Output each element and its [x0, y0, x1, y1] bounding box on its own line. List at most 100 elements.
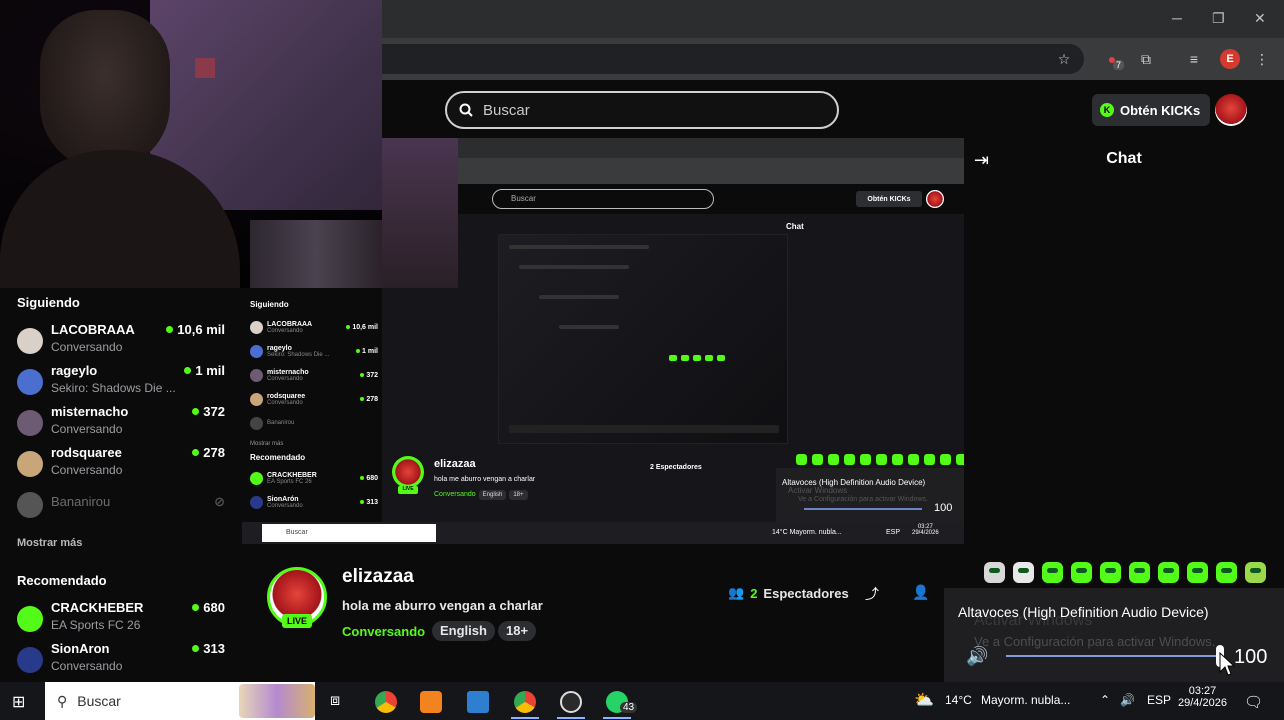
nested-taskbar-search: Buscar [262, 524, 436, 542]
emote-row [984, 562, 1266, 583]
nested-kicks-button: Obtén KICKs [856, 191, 922, 207]
speaker-icon[interactable]: 🔊 [966, 646, 988, 667]
stream-video[interactable]: Buscar Obtén KICKs Chat LIVE elizazaa ho… [382, 138, 964, 544]
profile-avatar[interactable]: E [1220, 49, 1240, 69]
nested-show-more: Mostrar más [250, 441, 284, 447]
sidebar-item-rageylo[interactable]: rageylo Sekiro: Shadows Die ... 1 mil [17, 363, 225, 403]
volume-tray-icon[interactable]: 🔊 [1120, 693, 1135, 707]
browser-menu-icon[interactable]: ⋮ [1252, 49, 1272, 69]
nested-browser-toolbar [458, 138, 964, 184]
share-icon[interactable]: ⤴ [865, 584, 879, 604]
avatar [17, 410, 43, 436]
weather-temp[interactable]: 14°C [945, 693, 972, 707]
channel-name: CRACKHEBER [51, 600, 144, 615]
nested-live-badge: LIVE [398, 486, 418, 494]
task-view-icon[interactable]: ⧈ [330, 692, 340, 710]
volume-device-name[interactable]: Altavoces (High Definition Audio Device) [958, 604, 1209, 620]
channel-name: SionAron [51, 641, 110, 656]
language-indicator[interactable]: ESP [1147, 693, 1171, 707]
media-control-icon[interactable]: ≡ [1184, 49, 1204, 69]
viewer-count: 10,6 mil [166, 322, 225, 337]
search-input[interactable]: Buscar [445, 91, 839, 129]
nested-search: Buscar [492, 189, 714, 209]
nested-volume-value: 100 [934, 502, 953, 514]
nested-streamer-name: elizazaa [434, 458, 476, 470]
restore-icon[interactable]: ❐ [1212, 10, 1225, 27]
viewer-count: 👥 2 Espectadores [728, 585, 849, 601]
sidebar-item-rodsquaree[interactable]: rodsquaree Conversando 278 [17, 445, 225, 485]
live-dot-icon [192, 449, 200, 456]
show-more-link[interactable]: Mostrar más [17, 537, 82, 549]
nested-volume-track [804, 508, 922, 510]
tag-18-plus[interactable]: 18+ [498, 621, 537, 641]
taskbar-search-placeholder: Buscar [77, 693, 121, 709]
taskbar-clock[interactable]: 03:27 29/4/2026 [1178, 685, 1227, 709]
emote-icon[interactable] [1071, 562, 1092, 583]
obs-icon[interactable] [560, 691, 582, 713]
emote-icon[interactable] [1187, 562, 1208, 583]
viewer-count-value: 278 [203, 445, 225, 460]
chrome-icon[interactable] [375, 691, 397, 713]
volume-slider[interactable] [1006, 655, 1220, 657]
chat-header: ⇥ Chat [964, 138, 1284, 186]
channel-name: rodsquaree [51, 445, 122, 460]
weather-text[interactable]: Mayorm. nubla... [981, 693, 1070, 707]
nested-webcam [382, 138, 458, 288]
chat-messages [964, 186, 1284, 562]
channel-category: Conversando [51, 463, 123, 477]
nested-deeper-capture [498, 234, 788, 444]
nested-follow-item: misternacho Conversando 372 [250, 363, 378, 387]
emote-icon[interactable] [1245, 562, 1266, 583]
nested-avatar [926, 190, 944, 208]
chrome-profile-icon[interactable] [514, 691, 536, 713]
windows-start-icon[interactable]: ⊞ [12, 692, 25, 712]
stream-category[interactable]: Conversando [342, 624, 425, 639]
emote-icon[interactable] [1042, 562, 1063, 583]
emote-icon[interactable] [1158, 562, 1179, 583]
close-icon[interactable]: ✕ [1254, 10, 1266, 27]
viewer-count: 1 mil [184, 363, 225, 378]
mouse-cursor-icon [1219, 652, 1236, 676]
extension-badge-count: 7 [1113, 60, 1125, 70]
active-app-indicator [557, 717, 585, 719]
whatsapp-badge: 43 [620, 702, 638, 713]
bookmark-star-icon[interactable]: ☆ [1054, 49, 1074, 69]
address-bar[interactable] [382, 44, 1084, 74]
sidebar-item-bananirou[interactable]: Bananirou ⊘ [17, 492, 225, 534]
emote-icon[interactable] [1129, 562, 1150, 583]
app-window-icon[interactable] [467, 691, 489, 713]
taskbar: ⊞ ⚲ Buscar ⧈ 43 ⛅ 14°C Mayorm. nubla... … [0, 682, 1284, 720]
fl-studio-icon[interactable] [420, 691, 442, 713]
streamer-name[interactable]: elizazaa [342, 566, 414, 588]
kick-header: Buscar K Obtén KICKs [382, 80, 1284, 138]
sidebar-item-sionaron[interactable]: SionAron Conversando 313 [17, 641, 225, 681]
tag-english[interactable]: English [432, 621, 495, 641]
notifications-icon[interactable]: 🗨 [1244, 693, 1263, 711]
emote-icon[interactable] [1216, 562, 1237, 583]
emote-icon[interactable] [1100, 562, 1121, 583]
nested-streamer-avatar [392, 456, 424, 488]
search-icon [459, 103, 473, 117]
weather-icon[interactable]: ⛅ [914, 690, 934, 710]
tray-overflow-icon[interactable]: ⌃ [1100, 693, 1110, 707]
chat-title: Chat [1106, 150, 1142, 167]
taskbar-search[interactable]: ⚲ Buscar [45, 682, 315, 720]
webcam-red-square [195, 58, 215, 78]
volume-value: 100 [1234, 646, 1268, 668]
get-kicks-button[interactable]: K Obtén KICKs [1092, 94, 1210, 126]
search-highlight-art [239, 684, 315, 718]
extensions-puzzle-icon[interactable]: ⧉ [1136, 49, 1156, 69]
nested-emotes [796, 454, 964, 465]
follow-user-icon[interactable]: 👤 [912, 584, 929, 601]
activate-windows-subtitle: Ve a Configuración para activar Windows. [974, 634, 1216, 649]
nested-activate-windows-sub: Ve a Configuración para activar Windows. [798, 496, 928, 503]
webcam-person-head [40, 10, 170, 170]
nested-tag-english: English [478, 490, 507, 500]
emote-icon[interactable] [1013, 562, 1034, 583]
sidebar-item-crackheber[interactable]: CRACKHEBER EA Sports FC 26 680 [17, 600, 225, 640]
sidebar-item-lacobraaa[interactable]: LACOBRAAA Conversando 10,6 mil [17, 322, 225, 362]
minimize-icon[interactable]: ─ [1172, 10, 1182, 26]
user-avatar[interactable] [1215, 94, 1247, 126]
sidebar-item-misternacho[interactable]: misternacho Conversando 372 [17, 404, 225, 444]
emote-icon[interactable] [984, 562, 1005, 583]
